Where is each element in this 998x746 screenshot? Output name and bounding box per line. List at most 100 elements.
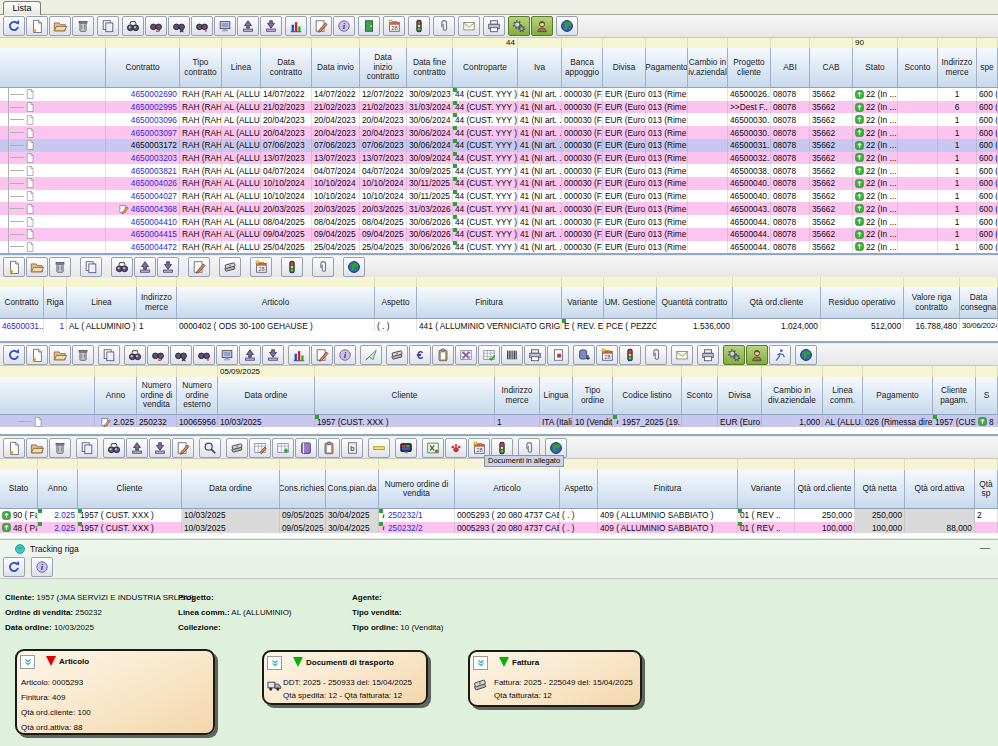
link-text[interactable]: 4650004027: [131, 191, 177, 201]
link-text[interactable]: 4650004415: [131, 229, 177, 239]
grid-righe-ordine-filter-13[interactable]: [905, 459, 975, 470]
collapse-chevron-icon[interactable]: [473, 656, 488, 670]
grid-contratti-row-0[interactable]: 4650002690RAH (RAH...AL (ALLU...14/07/20…: [0, 88, 998, 101]
grid-contratti-cell[interactable]: 4650003097: [106, 126, 180, 139]
grid-ordine-vendita-filter-13[interactable]: [823, 366, 863, 377]
grid-ordine-vendita-header-14[interactable]: Pagamento: [863, 377, 933, 414]
grid-ordine-vendita-header-15[interactable]: Cliente pagam.: [933, 377, 976, 414]
monitor-button[interactable]: [216, 345, 238, 365]
dbdown-button[interactable]: [573, 345, 595, 365]
grid-righe-ordine-header-10[interactable]: Variante: [738, 470, 795, 508]
collapse-chevron-icon[interactable]: [20, 655, 35, 669]
trash-button[interactable]: [49, 257, 71, 277]
tableplus-button[interactable]: [272, 438, 294, 458]
grid-riga-contratto-filter-13[interactable]: [960, 277, 998, 287]
grid-contratti-cell[interactable]: 4650004410: [106, 215, 180, 228]
grid-riga-contratto-filter-0[interactable]: [0, 277, 44, 287]
up-button[interactable]: [237, 16, 259, 36]
traffic-button[interactable]: [281, 257, 303, 277]
grid-righe-ordine-header-5[interactable]: Cons.pian.da: [326, 470, 379, 508]
grid-righe-ordine-filter-14[interactable]: [975, 459, 998, 470]
grid-riga-contratto-header-9[interactable]: Quantità contratto: [657, 287, 733, 318]
documenti-in-allegato-tab[interactable]: Documenti in allegato: [484, 455, 564, 467]
grid-contratti-header-17[interactable]: Stato: [853, 48, 898, 87]
grid-riga-contratto-filter-2[interactable]: [67, 277, 137, 287]
link-text[interactable]: 2.025: [54, 510, 75, 520]
refresh-button[interactable]: [3, 557, 25, 577]
find-button[interactable]: [111, 257, 133, 277]
grid-ordine-vendita-header-9[interactable]: Codice listino: [613, 377, 682, 414]
grid-contratti-header-4[interactable]: Data contratto: [261, 48, 312, 87]
grid-contratti-header-15[interactable]: ABI: [771, 48, 810, 87]
grid-contratti-row-2[interactable]: 4650003096RAH (RAH...AL (ALLU...20/04/20…: [0, 113, 998, 126]
copy-button[interactable]: [97, 16, 119, 36]
grid-righe-ordine-header-14[interactable]: Qtà sp: [975, 470, 998, 508]
grid-contratti-header-0[interactable]: [0, 48, 106, 87]
info-button[interactable]: i: [334, 345, 356, 365]
grid-contratti-header-10[interactable]: Banca appoggio: [562, 48, 603, 87]
find3-button[interactable]: [168, 16, 190, 36]
grid-ordine-vendita-header-2[interactable]: Numero ordine di vendita: [137, 377, 177, 414]
grid-ordine-vendita-header-1[interactable]: Anno: [95, 377, 137, 414]
paw-button[interactable]: [445, 438, 467, 458]
grid-ordine-vendita-header-10[interactable]: Sconto: [682, 377, 718, 414]
grid-righe-ordine-row-0[interactable]: 90 ( Fa..2.0251957 ( CUST. XXX )10/03/20…: [0, 509, 998, 522]
collapse-chevron-icon[interactable]: [267, 656, 282, 670]
link-text[interactable]: 4650004472: [131, 242, 177, 252]
globe-button[interactable]: [343, 257, 365, 277]
grid-contratti-header-2[interactable]: Tipo contratto: [180, 48, 222, 87]
grid-ordine-vendita-filter-12[interactable]: [762, 366, 823, 377]
find4-button[interactable]: [191, 16, 213, 36]
globe-button[interactable]: [795, 345, 817, 365]
money-button[interactable]: [219, 257, 241, 277]
docred-button[interactable]: [547, 345, 569, 365]
tablecheck-button[interactable]: [478, 345, 500, 365]
trash-button[interactable]: [72, 16, 94, 36]
grid-ordine-vendita-filter-7[interactable]: [540, 366, 573, 377]
grid-ordine-vendita-header-8[interactable]: Tipo ordine: [573, 377, 613, 414]
down-button[interactable]: [260, 16, 282, 36]
grid-riga-contratto-header-6[interactable]: Finitura: [417, 287, 562, 318]
grid-righe-ordine-header-11[interactable]: Qtà ord.cliente: [795, 470, 855, 508]
new-button[interactable]: [3, 438, 25, 458]
grid-righe-ordine-header-7[interactable]: Articolo: [455, 470, 560, 508]
grid-ordine-vendita-filter-15[interactable]: [933, 366, 976, 377]
tracking-riga-header[interactable]: Tracking riga—: [0, 539, 998, 557]
grid-righe-ordine-header-6[interactable]: Numero ordine di vendita: [379, 470, 455, 508]
grid-righe-ordine-filter-2[interactable]: [78, 459, 182, 470]
grid-contratti-header-12[interactable]: Pagamento: [646, 48, 688, 87]
grid-riga-contratto-filter-5[interactable]: [375, 277, 417, 287]
person-button[interactable]: [746, 345, 768, 365]
copy-button[interactable]: [76, 438, 98, 458]
clipboard-button[interactable]: [318, 438, 340, 458]
grid-contratti-cell[interactable]: 4650004368: [106, 202, 180, 215]
grid-righe-ordine-filter-12[interactable]: [855, 459, 905, 470]
grid-contratti-cell[interactable]: 4650004026: [106, 177, 180, 190]
grid-ordine-vendita-filter-5[interactable]: [315, 366, 495, 377]
grid-contratti-header-13[interactable]: Cambio in div.aziendale: [688, 48, 728, 87]
grid-contratti-filter-10[interactable]: [562, 38, 603, 48]
up-button[interactable]: [126, 438, 148, 458]
grid-contratti-row-5[interactable]: 4650003203RAH (RAH...AL (ALLU...13/07/20…: [0, 152, 998, 165]
link-text[interactable]: 46500031...: [2, 321, 44, 331]
grid-contratti-header-16[interactable]: CAB: [810, 48, 853, 87]
grid-contratti-cell[interactable]: 4650003203: [106, 152, 180, 165]
link-text[interactable]: 4650004410: [131, 217, 177, 227]
grid-righe-ordine-header-8[interactable]: Aspetto: [560, 470, 598, 508]
grid-contratti-cell[interactable]: 4650004027: [106, 190, 180, 203]
grid-contratti-cell[interactable]: 4650004472: [106, 241, 180, 254]
edit-button[interactable]: [172, 438, 194, 458]
grid-contratti-row-6[interactable]: 4650003821RAH (RAH...AL (ALLU...04/07/20…: [0, 164, 998, 177]
grid-contratti-filter-5[interactable]: [312, 38, 360, 48]
magnify-button[interactable]: [199, 438, 221, 458]
book-button[interactable]: [295, 438, 317, 458]
grid-contratti-filter-20[interactable]: [977, 38, 998, 48]
link-text[interactable]: 4650003821: [131, 166, 177, 176]
runner-button[interactable]: [769, 345, 791, 365]
link-text[interactable]: 1: [59, 321, 64, 331]
grid-ordine-vendita-header-7[interactable]: Lingua: [540, 377, 573, 414]
grid-contratti-cell[interactable]: 4650003096: [106, 113, 180, 126]
grid-contratti-filter-9[interactable]: [518, 38, 562, 48]
tablex-button[interactable]: [455, 345, 477, 365]
grid-riga-contratto-filter-7[interactable]: [562, 277, 604, 287]
